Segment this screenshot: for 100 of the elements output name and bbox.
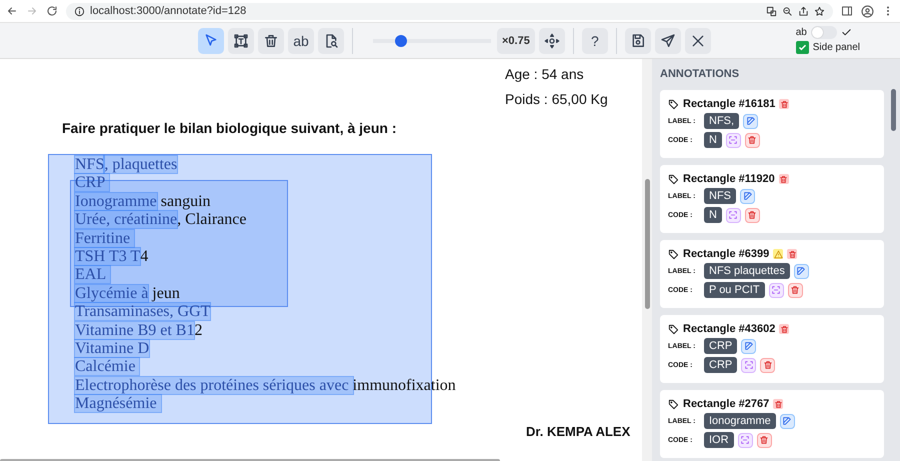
delete-code-button[interactable] — [744, 208, 760, 222]
code-chip: P ou PCIT — [704, 282, 765, 298]
delete-code-button[interactable] — [788, 282, 803, 298]
delete-code-button[interactable] — [760, 358, 776, 372]
trash-icon — [747, 210, 758, 220]
save-button[interactable] — [624, 28, 651, 54]
annotation-title: Rectangle #2767 — [683, 398, 770, 410]
delete-annotation-button[interactable] — [779, 324, 790, 334]
cursor-icon — [203, 32, 219, 48]
move-icon — [544, 32, 560, 48]
edit-label-button[interactable] — [743, 114, 758, 128]
delete-code-button[interactable] — [744, 132, 760, 148]
zoom-level-button[interactable]: ×0.75 — [497, 28, 535, 54]
trash-icon — [788, 250, 797, 258]
trash-icon — [780, 324, 789, 334]
star-icon — [814, 6, 825, 16]
edit-icon — [746, 116, 756, 126]
help-button[interactable]: ? — [582, 28, 608, 54]
edit-label-button[interactable] — [794, 264, 809, 278]
label-chip: CRP — [704, 338, 738, 354]
scan-icon — [744, 360, 754, 370]
address-bar[interactable]: localhost:3000/annotate?id=128 — [66, 2, 833, 20]
exam-line: NFS, plaquettes — [75, 156, 178, 174]
scan-code-button[interactable] — [726, 132, 741, 148]
recenter-button[interactable] — [538, 28, 565, 54]
signature-text: Dr. KEMPA ALEX — [526, 424, 632, 439]
close-icon — [690, 32, 706, 48]
select-tool-button[interactable] — [198, 28, 224, 54]
close-button[interactable] — [684, 28, 711, 54]
trash-icon — [762, 360, 773, 370]
label-chip: NFS, — [704, 113, 740, 129]
code-chip: N — [704, 207, 722, 223]
label-chip: NFS — [704, 188, 736, 204]
delete-annotation-button[interactable] — [773, 399, 784, 409]
send-button[interactable] — [654, 28, 681, 54]
edit-icon — [744, 341, 754, 351]
send-icon — [660, 32, 676, 48]
code-chip: IOR — [704, 432, 734, 448]
delete-annotation-button[interactable] — [787, 249, 798, 259]
tag-icon — [668, 174, 679, 184]
delete-annotation-button[interactable] — [778, 174, 789, 184]
edit-icon — [782, 416, 792, 426]
text-tool-button[interactable]: ab — [288, 28, 314, 54]
panel-scrollbar[interactable] — [891, 89, 896, 131]
slider-thumb[interactable] — [395, 34, 408, 46]
age-text: Age : 54 ans — [505, 66, 585, 82]
delete-annotation-button[interactable] — [779, 99, 790, 109]
text-box-icon — [233, 32, 249, 48]
edit-label-button[interactable] — [741, 338, 756, 354]
exam-line: Electrophorèse des protéines sériques avec immunofixation — [75, 376, 456, 396]
textbox-tool-button[interactable] — [228, 28, 254, 54]
save-icon — [630, 32, 646, 48]
trash-icon — [747, 135, 758, 145]
url-text: localhost:3000/annotate?id=128 — [90, 5, 246, 17]
vertical-scrollbar[interactable] — [645, 179, 650, 309]
scan-code-button[interactable] — [768, 282, 784, 298]
edit-label-button[interactable] — [740, 188, 755, 204]
zoom-icon — [782, 6, 793, 16]
annotation-title: Rectangle #43602 — [683, 323, 776, 335]
trash-icon — [780, 100, 789, 108]
edit-icon — [742, 191, 752, 201]
share-icon — [798, 6, 809, 16]
forward-icon — [26, 5, 38, 17]
annotation-title: Rectangle #16181 — [683, 98, 776, 110]
back-icon — [6, 5, 18, 17]
trash-icon — [759, 435, 770, 445]
trash-icon — [774, 400, 783, 408]
side-panel-icon — [841, 5, 853, 17]
exam-line: TSH T3 T4 — [75, 248, 148, 266]
scan-code-button[interactable] — [741, 358, 756, 372]
scan-icon — [728, 210, 738, 220]
translate-icon — [766, 6, 777, 16]
info-icon — [74, 6, 85, 16]
panel-title: ANNOTATIONS — [660, 68, 740, 80]
tag-icon — [668, 398, 679, 410]
label-chip: Ionogramme — [704, 413, 776, 429]
weight-text: Poids : 65,00 Kg — [505, 91, 609, 107]
code-chip: CRP — [704, 357, 738, 373]
instruction-text: Faire pratiquer le bilan biologique suivant, à jeun : — [62, 120, 398, 136]
reload-icon — [46, 5, 58, 17]
toggle-switch[interactable] — [810, 26, 837, 39]
edit-label-button[interactable] — [780, 414, 795, 428]
exam-line: Ionogramme sanguin — [75, 192, 211, 212]
delete-tool-button[interactable] — [258, 28, 284, 54]
check-icon — [840, 27, 852, 38]
inspect-tool-button[interactable] — [318, 28, 344, 54]
side-panel-checkbox[interactable] — [796, 41, 809, 54]
trash-icon — [263, 32, 279, 48]
scan-icon — [728, 135, 738, 145]
delete-code-button[interactable] — [756, 432, 772, 448]
scan-code-button[interactable] — [726, 208, 741, 222]
trash-icon — [790, 285, 800, 295]
trash-icon — [779, 174, 788, 184]
annotation-title: Rectangle #6399 — [683, 248, 770, 260]
scan-icon — [771, 285, 782, 295]
code-chip: N — [704, 132, 722, 148]
side-panel-label: Side panel — [812, 42, 860, 53]
scan-code-button[interactable] — [738, 432, 753, 448]
edit-icon — [796, 266, 806, 276]
label-chip: NFS plaquettes — [704, 263, 790, 279]
